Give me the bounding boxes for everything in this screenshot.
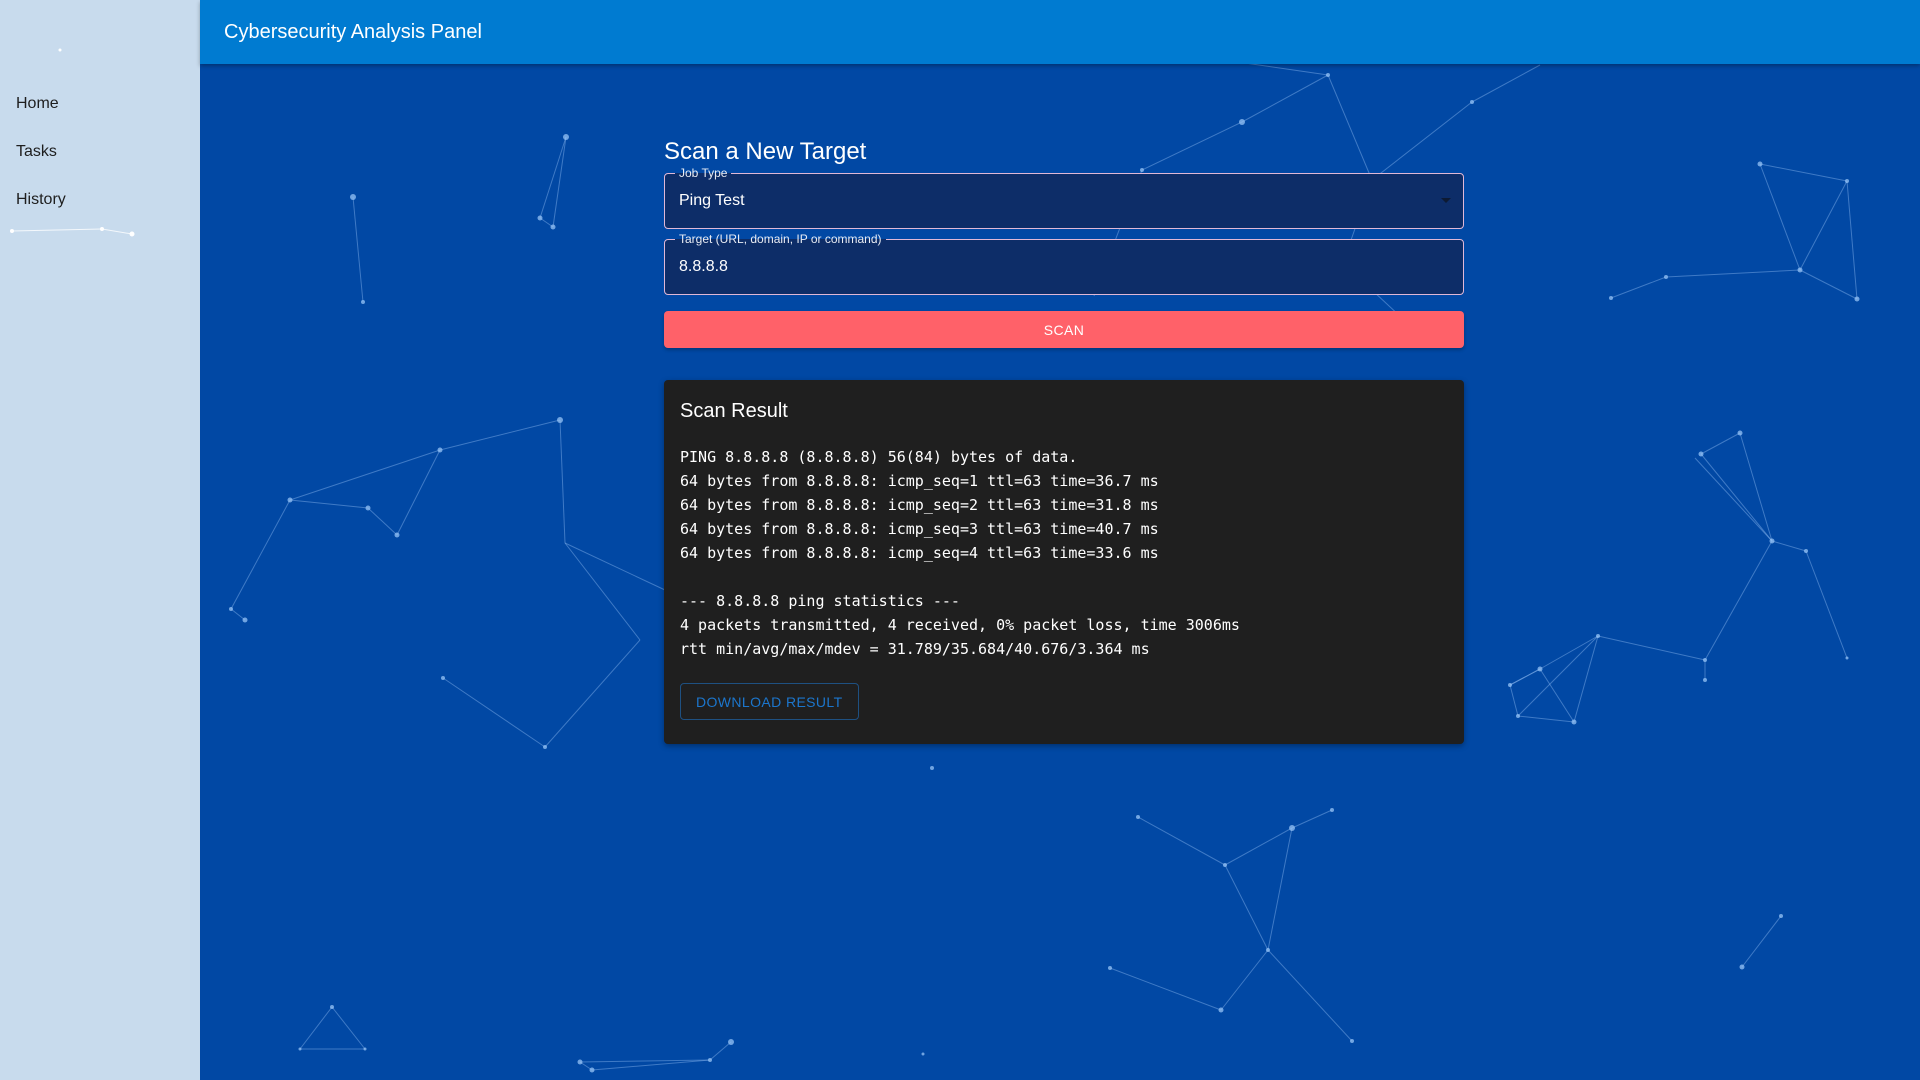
result-line: rtt min/avg/max/mdev = 31.789/35.684/40.… (680, 640, 1150, 658)
sidebar: Home Tasks History (0, 0, 200, 1080)
job-type-select[interactable]: Job Type Ping Test (664, 166, 1464, 229)
dropdown-arrow-icon[interactable] (1441, 198, 1451, 203)
scan-button[interactable]: SCAN (664, 311, 1464, 348)
job-type-selected-value: Ping Test (679, 192, 745, 209)
scan-result-card: Scan Result PING 8.8.8.8 (8.8.8.8) 56(84… (664, 380, 1464, 744)
download-result-button[interactable]: DOWNLOAD RESULT (680, 683, 859, 720)
result-line: 64 bytes from 8.8.8.8: icmp_seq=3 ttl=63… (680, 520, 1159, 538)
app-bar: Cybersecurity Analysis Panel (200, 0, 1920, 64)
result-line: 4 packets transmitted, 4 received, 0% pa… (680, 616, 1240, 634)
sidebar-network-decoration (10, 48, 135, 237)
target-field: Target (URL, domain, IP or command) (664, 232, 1464, 295)
result-line: PING 8.8.8.8 (8.8.8.8) 56(84) bytes of d… (680, 448, 1078, 466)
result-line: 64 bytes from 8.8.8.8: icmp_seq=2 ttl=63… (680, 496, 1159, 514)
result-line: --- 8.8.8.8 ping statistics --- (680, 592, 960, 610)
scan-result-heading: Scan Result (680, 400, 788, 422)
scan-panel: Scan a New Target Job Type Ping Test Tar… (664, 135, 1464, 744)
result-line: 64 bytes from 8.8.8.8: icmp_seq=1 ttl=63… (680, 472, 1159, 490)
target-input[interactable] (665, 240, 1463, 294)
app-title: Cybersecurity Analysis Panel (224, 20, 482, 43)
scan-result-output: PING 8.8.8.8 (8.8.8.8) 56(84) bytes of d… (680, 445, 1448, 661)
result-line (680, 565, 1448, 589)
scan-form-heading: Scan a New Target (664, 138, 867, 165)
result-line: 64 bytes from 8.8.8.8: icmp_seq=4 ttl=63… (680, 544, 1159, 562)
